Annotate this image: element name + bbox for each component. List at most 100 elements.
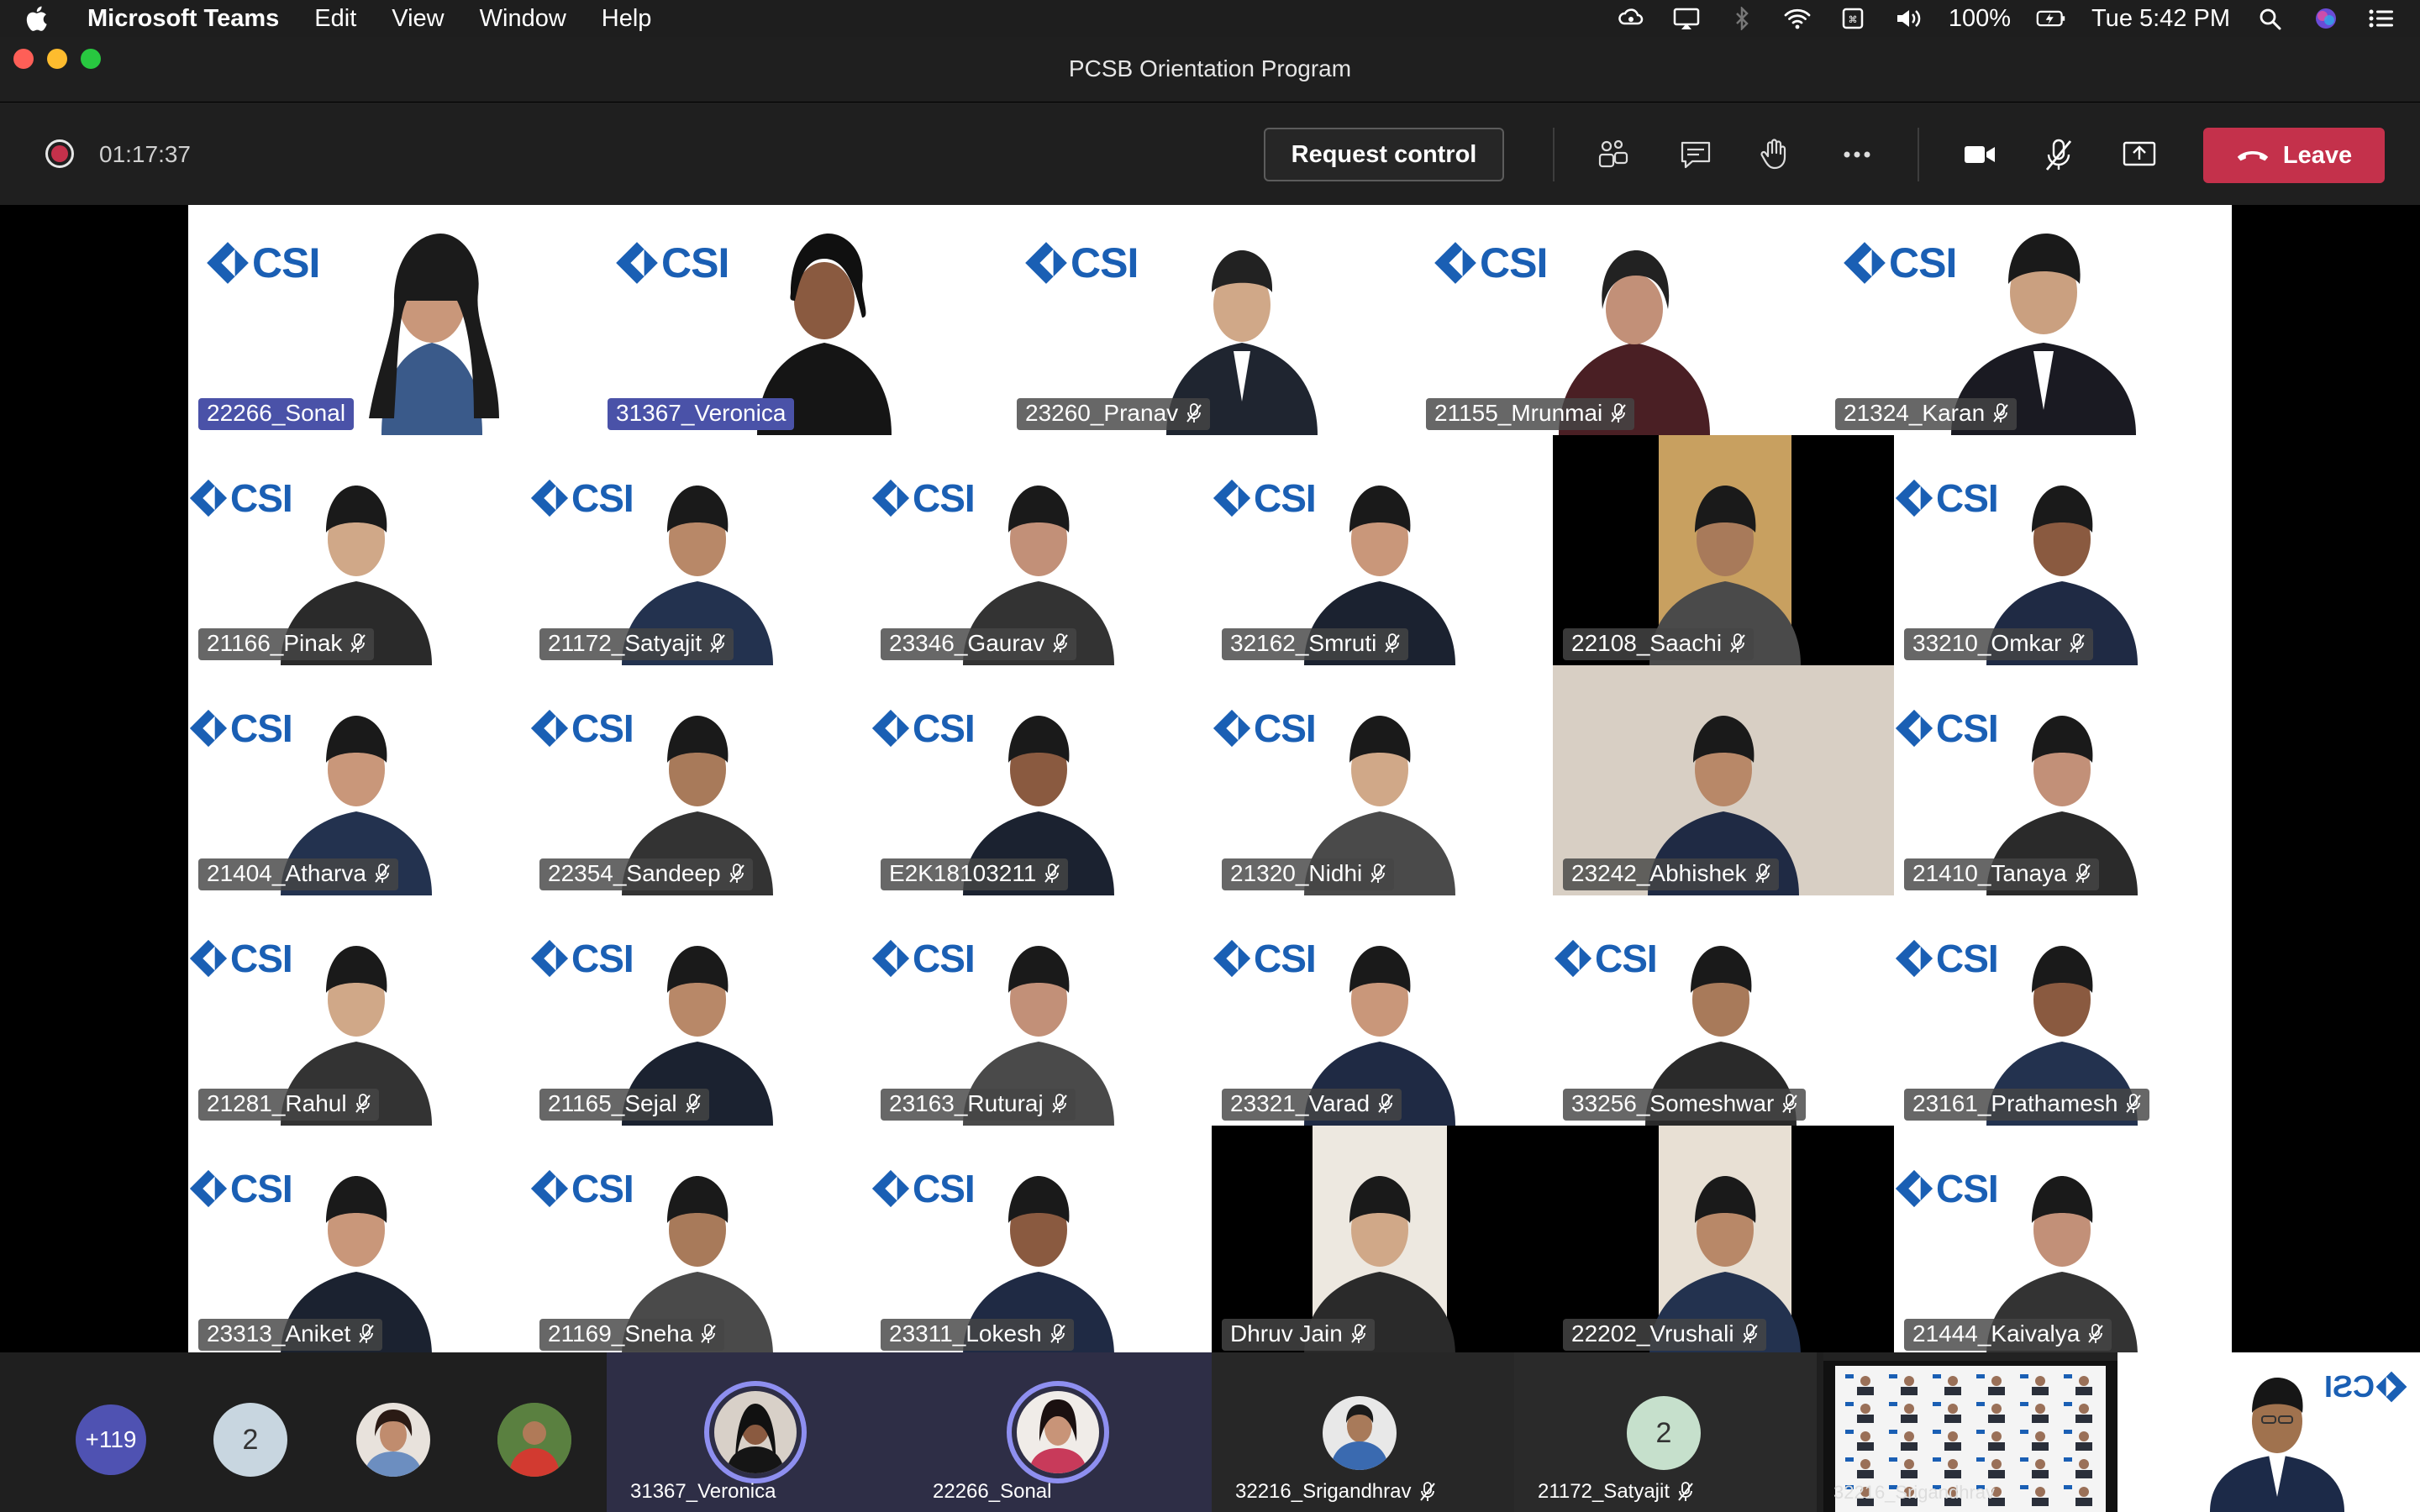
keyboard-layout-icon[interactable]: ⌘	[1838, 6, 1868, 31]
participant-tile[interactable]: CSI 22354_Sandeep	[529, 665, 871, 895]
airplay-icon[interactable]	[1671, 6, 1702, 31]
participant-tile[interactable]: Dhruv Jain	[1212, 1126, 1553, 1352]
shared-screen-thumbnail[interactable]: 32216_Srigandhrav	[1823, 1352, 2118, 1512]
overflow-participants-badge[interactable]: +119	[76, 1404, 146, 1475]
participant-avatar[interactable]	[356, 1403, 430, 1477]
self-view-name: 32216_Srigandhrav	[1833, 1482, 1996, 1503]
muted-mic-icon	[1782, 1094, 1798, 1113]
participant-tile[interactable]: CSI 23321_Varad	[1212, 895, 1553, 1126]
participant-name: 21172_Satyajit	[548, 630, 702, 656]
raise-hand-icon[interactable]	[1753, 133, 1797, 176]
speaker-avatar[interactable]	[714, 1391, 797, 1473]
menu-app-name[interactable]: Microsoft Teams	[87, 5, 279, 33]
participant-tile[interactable]: CSI 23346_Gaurav	[871, 435, 1212, 665]
participant-name-label: 21404_Atharva	[198, 858, 398, 890]
chat-icon[interactable]	[1674, 133, 1718, 176]
participant-tile[interactable]: CSI 21444_Kaivalya	[1894, 1126, 2232, 1352]
participant-tile[interactable]: CSI E2K18103211	[871, 665, 1212, 895]
participant-name: 22354_Sandeep	[548, 860, 721, 886]
participants-icon[interactable]	[1591, 133, 1635, 176]
gallery-row: CSI 21404_Atharva CSI 22354_Sandeep CSI E2K18…	[188, 665, 2232, 895]
logo-text: CSI	[1071, 239, 1139, 286]
participant-cell[interactable]: 2 21172_Satyajit	[1514, 1352, 1817, 1512]
spotlight-search-icon[interactable]	[2255, 6, 2286, 31]
thumbnail-participant-body	[2032, 1498, 2049, 1506]
participant-tile[interactable]: 23242_Abhishek	[1553, 665, 1894, 895]
muted-mic-icon	[1754, 864, 1770, 883]
video-gallery: CSI 22266_Sonal CSI 31367_Veronica CSI 2…	[188, 205, 2232, 1352]
share-screen-icon[interactable]	[2118, 133, 2161, 176]
participant-count-badge[interactable]: 2	[213, 1403, 287, 1477]
participant-tile[interactable]: CSI 21172_Satyajit	[529, 435, 871, 665]
muted-mic-icon	[2075, 864, 2091, 883]
participant-tile[interactable]: CSI 21404_Atharva	[188, 665, 529, 895]
microphone-muted-icon[interactable]	[2037, 133, 2081, 176]
thumbnail-participant-body	[1857, 1470, 1874, 1478]
participant-tile[interactable]: CSI 21166_Pinak	[188, 435, 529, 665]
siri-icon[interactable]	[2311, 6, 2341, 31]
thumbnail-participant-body	[2075, 1442, 2092, 1451]
apple-menu-icon[interactable]	[24, 4, 49, 33]
thumbnail-logo	[2064, 1457, 2072, 1462]
participant-tile[interactable]: CSI 23311_Lokesh	[871, 1126, 1212, 1352]
speaker-name: 31367_Veronica	[630, 1480, 776, 1503]
participant-tile[interactable]: 22202_Vrushali	[1553, 1126, 1894, 1352]
more-options-icon[interactable]	[1835, 133, 1879, 176]
participant-tile[interactable]: CSI 21324_Karan	[1825, 205, 2232, 435]
creative-cloud-icon[interactable]	[1616, 6, 1646, 31]
participant-tile[interactable]: CSI 21320_Nidhi	[1212, 665, 1553, 895]
participant-tile[interactable]: CSI 21155_Mrunmai	[1416, 205, 1825, 435]
muted-mic-icon	[1611, 403, 1627, 423]
participant-tile[interactable]: CSI 33210_Omkar	[1894, 435, 2232, 665]
participant-name-label: 31367_Veronica	[608, 398, 795, 430]
participant-tile[interactable]: CSI 23313_Aniket	[188, 1126, 529, 1352]
camera-icon[interactable]	[1958, 133, 2002, 176]
thumbnail-logo	[2064, 1485, 2072, 1489]
participant-name: 23161_Prathamesh	[1912, 1090, 2118, 1116]
thumbnail-participant-body	[1901, 1442, 1918, 1451]
participant-tile[interactable]: CSI 23163_Ruturaj	[871, 895, 1212, 1126]
menu-help[interactable]: Help	[602, 5, 652, 33]
macos-menu-bar: Microsoft Teams Edit View Window Help ⌘ …	[0, 0, 2420, 37]
participant-name: 21281_Rahul	[207, 1090, 347, 1116]
participant-tile[interactable]: CSI 23161_Prathamesh	[1894, 895, 2232, 1126]
participant-cell[interactable]: 32216_Srigandhrav	[1212, 1352, 1514, 1512]
participant-avatar[interactable]	[497, 1403, 571, 1477]
thumbnail-participant	[2079, 1431, 2089, 1441]
participant-name-label: 21444_Kaivalya	[1904, 1319, 2112, 1351]
thumbnail-participant-body	[2075, 1470, 2092, 1478]
participant-tile[interactable]: 22108_Saachi	[1553, 435, 1894, 665]
participant-tile[interactable]: CSI 22266_Sonal	[188, 205, 597, 435]
participant-name: 23163_Ruturaj	[889, 1090, 1044, 1116]
menu-view[interactable]: View	[392, 5, 444, 33]
participant-name-label: 21172_Satyajit	[539, 628, 734, 660]
svg-text:⌘: ⌘	[1848, 14, 1857, 25]
participant-tile[interactable]: CSI 31367_Veronica	[597, 205, 1007, 435]
participant-name-label: 22266_Sonal	[198, 398, 355, 430]
notification-center-icon[interactable]	[2366, 6, 2396, 31]
menu-clock[interactable]: Tue 5:42 PM	[2091, 5, 2230, 33]
battery-percent: 100%	[1948, 4, 2012, 32]
participant-tile[interactable]: CSI 21169_Sneha	[529, 1126, 871, 1352]
participant-tile[interactable]: CSI 23260_Pranav	[1007, 205, 1416, 435]
leave-button[interactable]: Leave	[2203, 128, 2385, 183]
menu-window[interactable]: Window	[480, 5, 566, 33]
self-video[interactable]: CSI	[2118, 1352, 2420, 1512]
participant-tile[interactable]: CSI 33256_Someshwar	[1553, 895, 1894, 1126]
participant-tile[interactable]: CSI 21410_Tanaya	[1894, 665, 2232, 895]
menu-edit[interactable]: Edit	[314, 5, 356, 33]
bluetooth-icon[interactable]	[1727, 6, 1757, 31]
volume-icon[interactable]	[1893, 6, 1923, 31]
participant-name: 21166_Pinak	[207, 630, 343, 656]
participant-tile[interactable]: CSI 21165_Sejal	[529, 895, 871, 1126]
participant-name-label: 22108_Saachi	[1563, 628, 1754, 660]
battery-icon[interactable]	[2036, 6, 2066, 31]
request-control-button[interactable]: Request control	[1264, 128, 1504, 181]
wifi-icon[interactable]	[1782, 6, 1812, 31]
participant-name-label: 23313_Aniket	[198, 1319, 383, 1351]
participant-tile[interactable]: CSI 32162_Smruti	[1212, 435, 1553, 665]
speaker-avatar[interactable]	[1017, 1391, 1099, 1473]
thumbnail-logo	[1933, 1457, 1941, 1462]
participant-tile[interactable]: CSI 21281_Rahul	[188, 895, 529, 1126]
thumbnail-participant	[1948, 1376, 1958, 1386]
